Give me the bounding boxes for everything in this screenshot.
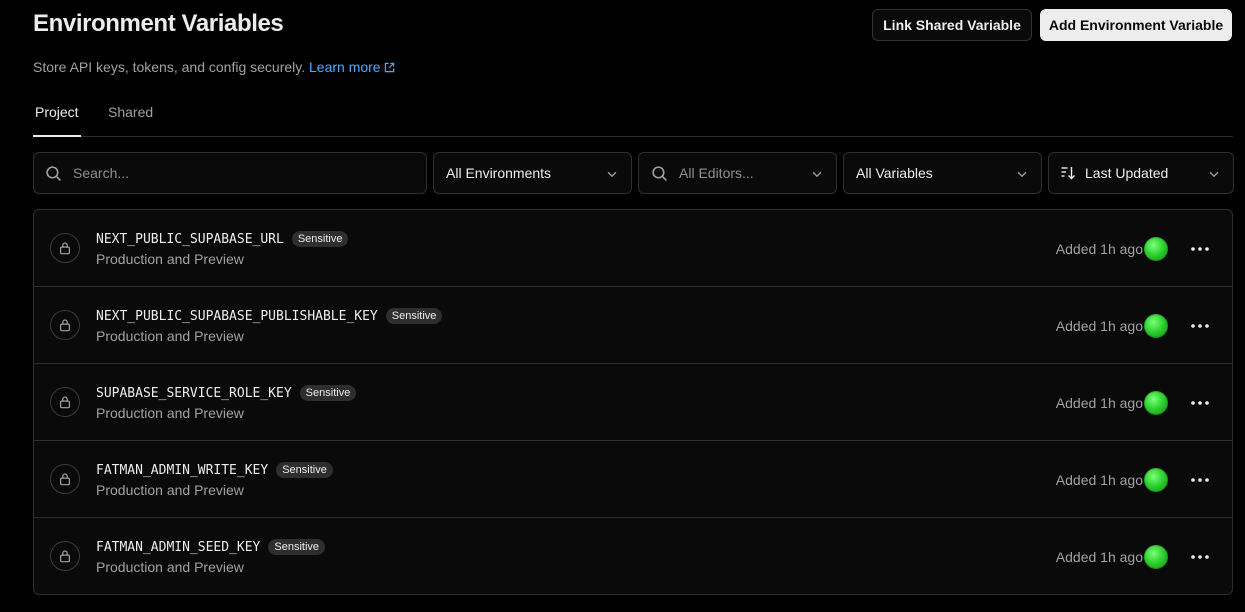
- chevron-down-icon: [1209, 171, 1219, 178]
- avatar: [1144, 314, 1168, 338]
- more-horizontal-icon[interactable]: [1188, 469, 1212, 491]
- avatar: [1144, 545, 1168, 569]
- variable-name: NEXT_PUBLIC_SUPABASE_URL Sensitive: [96, 231, 349, 247]
- learn-more-label: Learn more: [309, 59, 381, 75]
- tab-shared[interactable]: Shared: [108, 104, 153, 136]
- environment-filter[interactable]: All Environments: [433, 152, 632, 194]
- avatar: [1144, 237, 1168, 261]
- sensitive-badge: Sensitive: [291, 231, 349, 247]
- lock-icon: [50, 387, 80, 417]
- subtitle-text: Store API keys, tokens, and config secur…: [33, 59, 306, 75]
- editors-filter[interactable]: All Editors...: [638, 152, 837, 194]
- added-timestamp: Added 1h ago: [1055, 318, 1143, 334]
- more-horizontal-icon[interactable]: [1188, 546, 1212, 568]
- tab-bar: Project Shared: [33, 96, 1233, 137]
- more-horizontal-icon[interactable]: [1188, 238, 1212, 260]
- added-timestamp: Added 1h ago: [1055, 549, 1143, 565]
- page-title: Environment Variables: [33, 10, 284, 37]
- more-horizontal-icon[interactable]: [1188, 392, 1212, 414]
- variable-list: NEXT_PUBLIC_SUPABASE_URL Sensitive Produc…: [33, 209, 1233, 595]
- chevron-down-icon: [1017, 171, 1027, 178]
- variable-key: SUPABASE_SERVICE_ROLE_KEY: [96, 386, 292, 401]
- variables-filter[interactable]: All Variables: [843, 152, 1042, 194]
- search-placeholder: Search...: [73, 165, 130, 181]
- variable-environments: Production and Preview: [96, 328, 244, 344]
- learn-more-link[interactable]: Learn more: [309, 59, 395, 75]
- sensitive-badge: Sensitive: [299, 385, 357, 401]
- search-input[interactable]: Search...: [33, 152, 427, 194]
- sensitive-badge: Sensitive: [385, 308, 443, 324]
- variable-environments: Production and Preview: [96, 559, 244, 575]
- lock-icon: [50, 233, 80, 263]
- variable-name: FATMAN_ADMIN_WRITE_KEY Sensitive: [96, 462, 333, 478]
- search-icon: [652, 166, 667, 181]
- variable-row[interactable]: FATMAN_ADMIN_SEED_KEY Sensitive Productio…: [34, 518, 1232, 594]
- external-link-icon: [384, 62, 394, 73]
- avatar: [1144, 468, 1168, 492]
- variable-row[interactable]: FATMAN_ADMIN_WRITE_KEY Sensitive Producti…: [34, 441, 1232, 518]
- variable-key: NEXT_PUBLIC_SUPABASE_PUBLISHABLE_KEY: [96, 309, 378, 324]
- added-timestamp: Added 1h ago: [1055, 395, 1143, 411]
- lock-icon: [50, 310, 80, 340]
- search-icon: [46, 166, 61, 181]
- variable-name: FATMAN_ADMIN_SEED_KEY Sensitive: [96, 539, 326, 555]
- editors-filter-placeholder: All Editors...: [679, 165, 754, 181]
- sensitive-badge: Sensitive: [268, 539, 326, 555]
- variable-environments: Production and Preview: [96, 405, 244, 421]
- variable-key: FATMAN_ADMIN_SEED_KEY: [96, 540, 261, 555]
- chevron-down-icon: [812, 171, 822, 178]
- sensitive-badge: Sensitive: [276, 462, 333, 478]
- variable-row[interactable]: SUPABASE_SERVICE_ROLE_KEY Sensitive Produ…: [34, 364, 1232, 441]
- sort-icon: [1061, 167, 1075, 180]
- variables-filter-value: All Variables: [856, 165, 933, 181]
- variable-row[interactable]: NEXT_PUBLIC_SUPABASE_PUBLISHABLE_KEY Sens…: [34, 287, 1232, 364]
- added-timestamp: Added 1h ago: [1055, 472, 1143, 488]
- variable-name: NEXT_PUBLIC_SUPABASE_PUBLISHABLE_KEY Sens…: [96, 308, 443, 324]
- lock-icon: [50, 464, 80, 494]
- more-horizontal-icon[interactable]: [1188, 315, 1212, 337]
- chevron-down-icon: [607, 171, 617, 178]
- lock-icon: [50, 541, 80, 571]
- sort-select-value: Last Updated: [1085, 165, 1169, 181]
- sort-select[interactable]: Last Updated: [1048, 152, 1234, 194]
- environment-filter-value: All Environments: [446, 165, 552, 181]
- page-subtitle: Store API keys, tokens, and config secur…: [33, 59, 395, 75]
- variable-row[interactable]: NEXT_PUBLIC_SUPABASE_URL Sensitive Produc…: [34, 210, 1232, 287]
- variable-key: NEXT_PUBLIC_SUPABASE_URL: [96, 232, 284, 247]
- link-shared-variable-button[interactable]: Link Shared Variable: [872, 9, 1032, 41]
- variable-environments: Production and Preview: [96, 482, 244, 498]
- added-timestamp: Added 1h ago: [1055, 241, 1143, 257]
- tab-project[interactable]: Project: [33, 104, 81, 137]
- avatar: [1144, 391, 1168, 415]
- variable-key: FATMAN_ADMIN_WRITE_KEY: [96, 463, 269, 478]
- variable-name: SUPABASE_SERVICE_ROLE_KEY Sensitive: [96, 385, 357, 401]
- add-environment-variable-button[interactable]: Add Environment Variable: [1040, 9, 1232, 41]
- variable-environments: Production and Preview: [96, 251, 244, 267]
